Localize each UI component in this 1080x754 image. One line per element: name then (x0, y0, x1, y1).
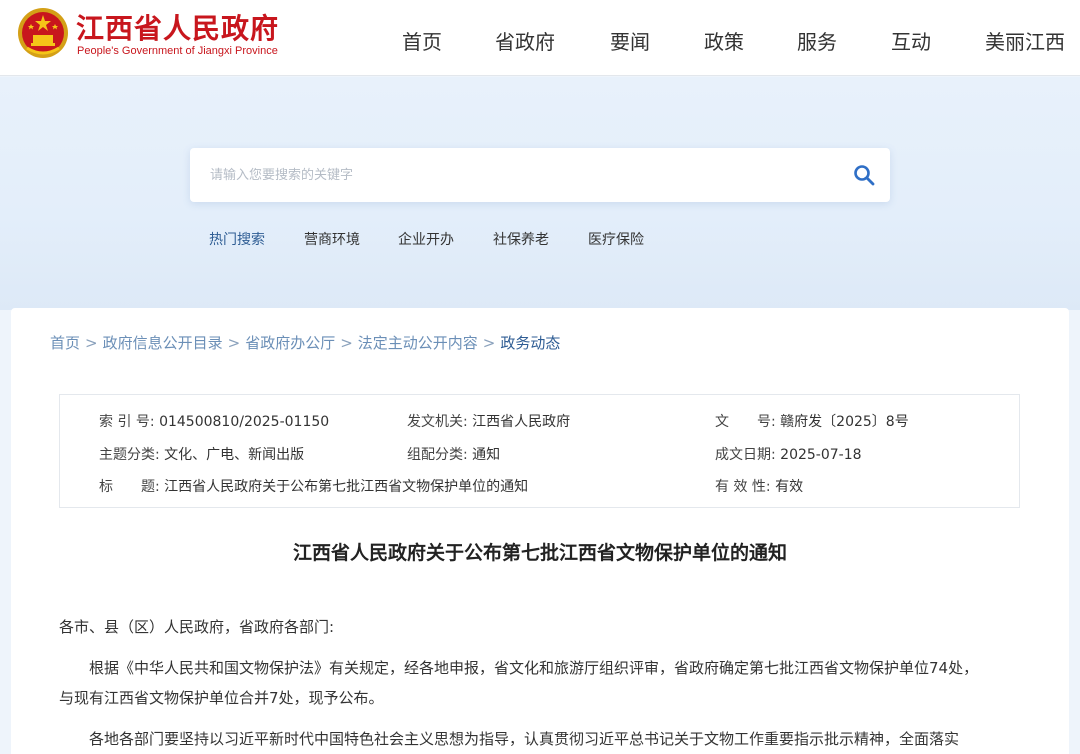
breadcrumb-home[interactable]: 首页 (50, 334, 80, 352)
validity: 有 效 性: 有效 (715, 479, 804, 495)
article-paragraph-line: 与现有江西省文物保护单位合并7处，现予公布。 (59, 689, 384, 707)
breadcrumb-current: 政务动态 (500, 334, 561, 352)
search-banner: 热门搜索 营商环境 企业开办 社保养老 医疗保险 (0, 77, 1080, 310)
nav-item-home[interactable]: 首页 (402, 26, 442, 55)
breadcrumb-separator: > (227, 334, 241, 352)
breadcrumb-separator: > (340, 334, 353, 352)
hot-search-business-environment[interactable]: 营商环境 (304, 229, 360, 249)
written-date: 成文日期: 2025-07-18 (715, 447, 862, 463)
article-paragraph-line: 根据《中华人民共和国文物保护法》有关规定，经各地申报，省文化和旅游厅组织评审，省… (89, 659, 979, 677)
search-box (190, 148, 890, 202)
breadcrumb: 首页 > 政府信息公开目录 > 省政府办公厅 > 法定主动公开内容 > 政务动态 (50, 332, 560, 353)
document-genre: 组配分类: 通知 (407, 447, 501, 463)
nav-item-policy[interactable]: 政策 (704, 26, 744, 55)
site-header: 江西省人民政府 People's Government of Jiangxi P… (0, 0, 1080, 76)
document-number: 文 号: 赣府发〔2025〕8号 (715, 414, 909, 430)
breadcrumb-info-catalog[interactable]: 政府信息公开目录 (103, 334, 223, 352)
nav-item-beautiful-jiangxi[interactable]: 美丽江西 (985, 26, 1065, 55)
document-metadata: 索 引 号: 014500810/2025-01150 发文机关: 江西省人民政… (59, 394, 1020, 508)
hot-search-label: 热门搜索 (209, 232, 265, 248)
article-paragraph-line: 各地各部门要坚持以习近平新时代中国特色社会主义思想为指导，认真贯彻习近平总书记关… (89, 730, 960, 748)
breadcrumb-general-office[interactable]: 省政府办公厅 (245, 334, 335, 352)
document-subject: 标 题: 江西省人民政府关于公布第七批江西省文物保护单位的通知 (99, 479, 529, 495)
topic-category: 主题分类: 文化、广电、新闻出版 (99, 447, 305, 463)
nav-item-provincial-government[interactable]: 省政府 (495, 26, 555, 55)
main-nav: 首页 省政府 要闻 政策 服务 互动 美丽江西 (0, 26, 1080, 56)
nav-item-news[interactable]: 要闻 (610, 26, 650, 55)
search-icon[interactable] (852, 163, 876, 187)
hot-search-social-security[interactable]: 社保养老 (493, 229, 549, 249)
hot-search-business-startup[interactable]: 企业开办 (398, 229, 454, 249)
hot-searches: 热门搜索 营商环境 企业开办 社保养老 医疗保险 (0, 229, 1080, 251)
nav-item-interaction[interactable]: 互动 (891, 26, 931, 55)
issuing-authority: 发文机关: 江西省人民政府 (407, 414, 571, 430)
article-title: 江西省人民政府关于公布第七批江西省文物保护单位的通知 (292, 542, 787, 564)
nav-item-services[interactable]: 服务 (797, 26, 837, 55)
index-number: 索 引 号: 014500810/2025-01150 (99, 414, 330, 430)
search-input[interactable] (190, 148, 830, 202)
breadcrumb-separator: > (482, 334, 496, 352)
breadcrumb-disclosure-content[interactable]: 法定主动公开内容 (358, 334, 478, 352)
article-salutation: 各市、县（区）人民政府，省政府各部门: (59, 618, 335, 636)
breadcrumb-separator: > (85, 334, 98, 352)
hot-search-medical-insurance[interactable]: 医疗保险 (588, 229, 644, 249)
content-panel: 首页 > 政府信息公开目录 > 省政府办公厅 > 法定主动公开内容 > 政务动态 索 引 号: … (11, 308, 1069, 754)
